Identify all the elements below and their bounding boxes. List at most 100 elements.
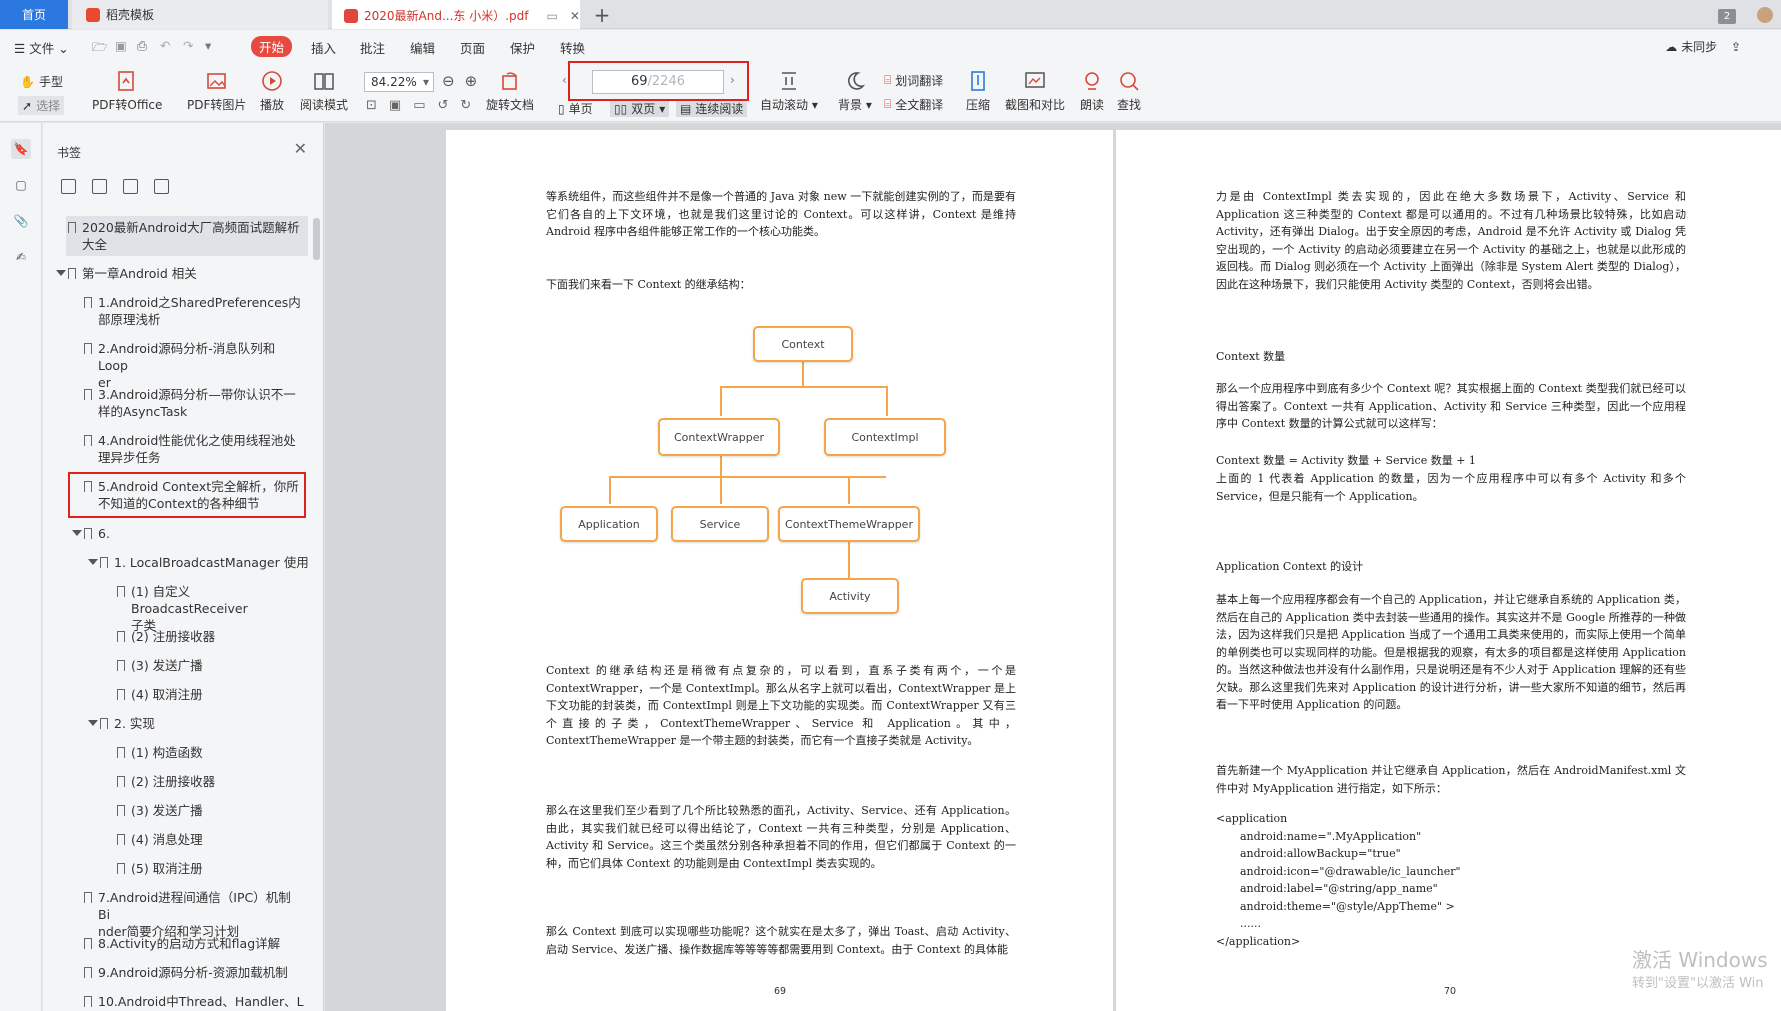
menu-edit[interactable]: 编辑 — [410, 38, 435, 57]
bookmark-item[interactable]: 8.Activity的启动方式和flag详解 — [84, 935, 280, 952]
bookmark-item[interactable]: 第一章Android 相关 — [56, 265, 197, 282]
pdf-to-image-button[interactable]: PDF转图片 — [187, 70, 246, 113]
more-icon[interactable]: ▾ — [205, 38, 211, 53]
bookmark-scrollbar[interactable] — [313, 218, 320, 260]
search-icon — [1120, 72, 1139, 91]
zoom-out-icon[interactable]: ⊖ — [442, 72, 455, 90]
open-folder-icon[interactable]: 🗁 — [92, 38, 108, 59]
windows-activation-subtext: 转到"设置"以激活 Win — [1632, 976, 1764, 991]
bookmark-item[interactable]: 1.Android之SharedPreferences内 部原理浅析 — [84, 294, 302, 328]
hand-tool-button[interactable]: ✋ 手型 — [20, 73, 63, 90]
play-icon — [262, 71, 282, 91]
prev-page-icon[interactable]: ‹ — [562, 73, 567, 87]
close-icon[interactable]: ✕ — [294, 139, 307, 158]
window-count-badge[interactable]: 2 — [1718, 9, 1736, 24]
background-button[interactable]: 背景 ▾ — [838, 70, 872, 113]
bookmark-highlight — [68, 472, 306, 518]
bookmark-item[interactable]: 6. — [72, 525, 110, 542]
page-number: 69 — [774, 986, 787, 997]
menu-file[interactable]: ☰ 文件 ⌄ — [14, 38, 69, 57]
read-aloud-button[interactable]: 朗读 — [1080, 70, 1104, 113]
single-page-icon: ▯ — [558, 101, 565, 116]
menu-annotate[interactable]: 批注 — [360, 38, 385, 57]
bookmark-item[interactable]: (4) 消息处理 — [117, 831, 203, 848]
bookmark-item[interactable]: (2) 注册接收器 — [117, 773, 215, 790]
bookmark-item[interactable]: (1) 自定义 BroadcastReceiver 子类 — [117, 583, 303, 634]
zoom-in-icon[interactable]: ⊕ — [465, 72, 478, 90]
rotate-document-button[interactable]: 旋转文档 — [486, 70, 534, 113]
save-icon[interactable]: ▣ — [115, 38, 127, 53]
collapse-all-icon[interactable] — [92, 179, 107, 194]
play-button[interactable]: 播放 — [260, 70, 284, 113]
new-tab-button[interactable]: + — [590, 0, 614, 29]
bookmark-item[interactable]: 2020最新Android大厂高频面试题解析 大全 — [68, 219, 302, 253]
bookmark-item[interactable]: (5) 取消注册 — [117, 860, 203, 877]
hamburger-icon: ☰ — [14, 41, 26, 56]
expand-all-icon[interactable] — [61, 179, 76, 194]
bookmark-item[interactable]: (3) 发送广播 — [117, 657, 203, 674]
bookmark-item[interactable]: 3.Android源码分析—带你认识不一 样的AsyncTask — [84, 386, 302, 420]
auto-scroll-button[interactable]: 自动滚动 ▾ — [760, 70, 818, 113]
tab-template[interactable]: 稻壳模板 — [72, 0, 328, 29]
avatar[interactable] — [1757, 7, 1773, 23]
undo-icon[interactable]: ↶ — [160, 38, 170, 53]
rotate-right-icon[interactable]: ↻ — [460, 98, 471, 113]
pdf-icon — [344, 8, 358, 23]
bookmark-item[interactable]: 2.Android源码分析-消息队列和Loop er — [84, 340, 302, 391]
sync-status[interactable]: ☁ 未同步 ⇪ — [1665, 38, 1741, 55]
find-button[interactable]: 查找 — [1117, 70, 1141, 113]
bookmark-item[interactable]: 10.Android中Thread、Handler、L — [84, 993, 304, 1010]
continuous-read-button[interactable]: ▤ 连续阅读 — [676, 100, 748, 117]
double-page-button[interactable]: ▯▯ 双页 ▾ — [610, 100, 670, 117]
window-icon[interactable]: ▭ — [547, 9, 558, 23]
rotate-left-icon[interactable]: ↺ — [438, 98, 449, 113]
bookmark-item[interactable]: (2) 注册接收器 — [117, 628, 215, 645]
bookmark-item[interactable]: 2. 实现 — [88, 715, 155, 732]
menu-insert[interactable]: 插入 — [311, 38, 336, 57]
bookmark-icon[interactable] — [154, 179, 169, 194]
full-translate-button[interactable]: ⌸ 全文翻译 — [884, 96, 943, 113]
print-icon[interactable]: ⎙ — [137, 38, 147, 54]
compress-button[interactable]: 压缩 — [966, 70, 990, 113]
bookmark-item[interactable]: (1) 构造函数 — [117, 744, 203, 761]
fit-page-icon[interactable]: ▣ — [389, 98, 401, 113]
tab-home[interactable]: 首页 — [0, 0, 68, 29]
tab-document[interactable]: 2020最新And...东 小米）.pdf ▭ ✕ — [332, 0, 580, 29]
code-block: <application android:name=".MyApplicatio… — [1216, 812, 1461, 948]
close-tab-icon[interactable]: ✕ — [570, 9, 580, 23]
menu-protect[interactable]: 保护 — [510, 38, 535, 57]
redo-icon[interactable]: ↷ — [183, 38, 193, 53]
word-translate-button[interactable]: ⌸ 划词翻译 — [884, 72, 943, 89]
attachment-icon[interactable]: 📎 — [11, 211, 31, 231]
moon-icon — [847, 72, 866, 90]
paragraph: 那么一个应用程序中到底有多少个 Context 呢？其实根据上面的 Contex… — [1216, 382, 1686, 430]
bookmark-item[interactable]: (3) 发送广播 — [117, 802, 203, 819]
single-page-button[interactable]: ▯ 单页 — [558, 100, 593, 117]
select-tool-button[interactable]: ➚ 选择 — [18, 96, 65, 115]
add-bookmark-icon[interactable] — [123, 179, 138, 194]
share-icon: ⇪ — [1730, 40, 1741, 54]
paragraph: 上面的 1 代表着 Application 的数量，因为一个应用程序中可以有多个… — [1216, 472, 1686, 503]
bookmark-item[interactable]: 7.Android进程间通信（IPC）机制Bi nder简要介绍和学习计划 — [84, 889, 302, 940]
pdf-page-69: 等系统组件，而这些组件并不是像一个普通的 Java 对象 new 一下就能创建实… — [446, 130, 1113, 1011]
menu-bar: ☰ 文件 ⌄ 🗁 ▣ ⎙ ↶ ↷ ▾ 开始 插入 批注 编辑 页面 保护 转换 … — [0, 30, 1781, 64]
node-activity: Activity — [801, 578, 899, 614]
menu-page[interactable]: 页面 — [460, 38, 485, 57]
bookmark-panel-icon[interactable]: 🔖 — [11, 139, 31, 159]
fit-width-icon[interactable]: ▭ — [413, 98, 425, 113]
bookmark-item[interactable]: (4) 取消注册 — [117, 686, 203, 703]
bookmark-item[interactable]: 9.Android源码分析-资源加载机制 — [84, 964, 288, 981]
read-mode-button[interactable]: 阅读模式 — [300, 70, 348, 113]
double-page-icon: ▯▯ — [614, 101, 628, 116]
bookmark-item[interactable]: 1. LocalBroadcastManager 使用 — [88, 554, 309, 571]
signature-icon[interactable]: ✍ — [11, 247, 31, 267]
menu-start[interactable]: 开始 — [251, 36, 293, 57]
actual-size-icon[interactable]: ⊡ — [366, 98, 377, 113]
thumbnail-icon[interactable]: ▢ — [11, 175, 31, 195]
zoom-select[interactable]: 84.22% ▾ — [364, 72, 434, 92]
bookmark-item[interactable]: 4.Android性能优化之使用线程池处 理异步任务 — [84, 432, 302, 466]
screenshot-compare-button[interactable]: 截图和对比 — [1005, 70, 1065, 113]
pdf-to-office-button[interactable]: PDF转Office — [92, 70, 162, 113]
node-context-impl: ContextImpl — [824, 418, 946, 456]
menu-convert[interactable]: 转换 — [560, 38, 585, 57]
